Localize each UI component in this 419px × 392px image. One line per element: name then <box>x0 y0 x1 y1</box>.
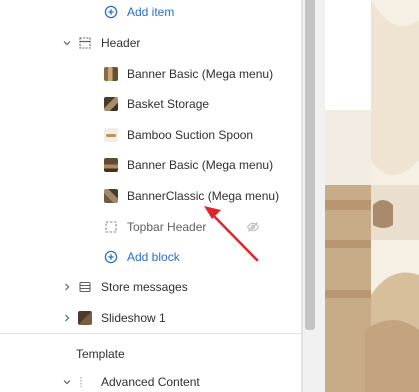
template-label: Template <box>76 347 125 361</box>
header-block-item[interactable]: Bamboo Suction Spoon <box>0 121 301 149</box>
header-block-label: BannerClassic (Mega menu) <box>127 189 280 203</box>
header-block-item[interactable]: Basket Storage <box>0 90 301 118</box>
header-block-label: Topbar Header <box>127 220 207 234</box>
header-block-item[interactable]: Banner Basic (Mega menu) <box>0 60 301 88</box>
chevron-right-icon <box>65 283 70 291</box>
header-block-label: Banner Basic (Mega menu) <box>127 67 274 81</box>
header-block-item[interactable]: BannerClassic (Mega menu) <box>0 182 301 210</box>
slideshow-icon <box>78 311 92 325</box>
chevron-down-icon <box>63 41 71 46</box>
section-icon <box>80 377 82 387</box>
header-block-label: Banner Basic (Mega menu) <box>127 158 274 172</box>
template-group-heading: Template <box>0 340 301 368</box>
section-label: Advanced Content <box>101 375 200 389</box>
section-label: Slideshow 1 <box>101 311 166 325</box>
header-block-label: Bamboo Suction Spoon <box>127 128 254 142</box>
section-label: Store messages <box>101 280 188 294</box>
eye-off-icon[interactable] <box>246 220 260 234</box>
header-section-icon <box>79 37 91 49</box>
section-advanced-content[interactable]: Advanced Content <box>0 368 301 392</box>
dashed-square-icon <box>105 221 117 233</box>
basket-thumbnail-icon <box>104 97 118 111</box>
add-block-label: Add block <box>127 250 180 264</box>
section-icon <box>79 281 91 293</box>
plus-circle-icon <box>104 5 118 19</box>
plus-circle-icon <box>104 250 118 264</box>
preview-gutter <box>317 0 325 392</box>
preview-image <box>325 0 419 392</box>
section-header[interactable]: Header <box>0 29 301 57</box>
header-block-item[interactable]: Topbar Header <box>0 213 301 241</box>
chevron-down-icon <box>63 380 71 385</box>
banner-thumbnail-icon <box>104 67 118 81</box>
add-item-label: Add item <box>127 5 175 19</box>
chevron-right-icon <box>65 314 70 322</box>
section-store-messages[interactable]: Store messages <box>0 273 301 301</box>
section-header-label: Header <box>101 36 141 50</box>
spoon-thumbnail-icon <box>104 128 118 142</box>
banner-thumbnail-icon <box>104 158 118 172</box>
banner-thumbnail-icon <box>104 189 118 203</box>
header-block-item[interactable]: Banner Basic (Mega menu) <box>0 151 301 179</box>
section-slideshow[interactable]: Slideshow 1 <box>0 304 301 332</box>
sidebar-scrollbar-thumb[interactable] <box>305 0 315 330</box>
theme-editor-sidebar: Add item Header Banner Basic (Mega menu)… <box>0 0 301 392</box>
add-item-button[interactable]: Add item <box>0 0 301 26</box>
store-preview[interactable] <box>325 0 419 392</box>
add-block-button[interactable]: Add block <box>0 243 301 271</box>
header-block-label: Basket Storage <box>127 97 210 111</box>
divider <box>0 333 301 334</box>
